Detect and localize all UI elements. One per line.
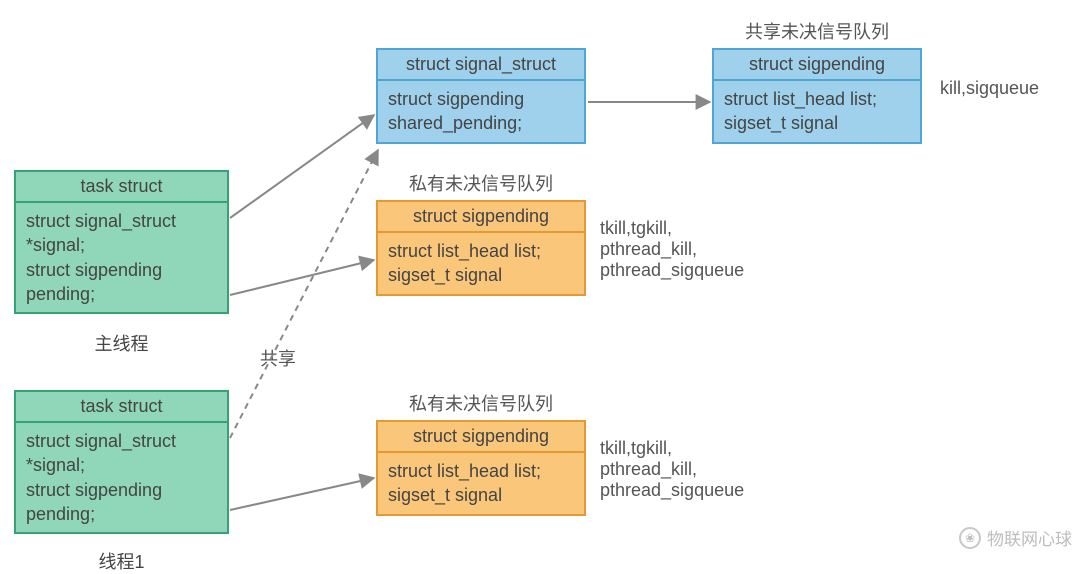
tkill-funcs-main: tkill,tgkill, pthread_kill, pthread_sigq…	[600, 218, 744, 281]
private-queue-title-t1: 私有未决信号队列	[376, 390, 586, 416]
wechat-icon: ❀	[959, 527, 981, 549]
task-struct-main-title: task struct	[16, 172, 227, 203]
task-struct-thread1: task struct struct signal_struct *signal…	[14, 390, 229, 534]
kill-funcs-label: kill,sigqueue	[940, 78, 1039, 99]
share-label: 共享	[260, 345, 296, 371]
watermark-text: 物联网心球	[987, 525, 1072, 550]
signal-struct-box: struct signal_struct struct sigpending s…	[376, 48, 586, 144]
private-sigpending-t1-body: struct list_head list; sigset_t signal	[378, 453, 584, 514]
arrow-thread1-pending-to-private	[230, 478, 374, 510]
caption-main-thread: 主线程	[14, 330, 229, 356]
shared-sigpending-body: struct list_head list; sigset_t signal	[714, 81, 920, 142]
watermark: ❀ 物联网心球	[959, 525, 1072, 550]
shared-sigpending-box: struct sigpending struct list_head list;…	[712, 48, 922, 144]
task-struct-main-body: struct signal_struct *signal; struct sig…	[16, 203, 227, 312]
arrow-main-pending-to-private	[230, 260, 374, 295]
signal-struct-title: struct signal_struct	[378, 50, 584, 81]
private-sigpending-t1: struct sigpending struct list_head list;…	[376, 420, 586, 516]
tkill-funcs-t1: tkill,tgkill, pthread_kill, pthread_sigq…	[600, 438, 744, 501]
task-struct-main: task struct struct signal_struct *signal…	[14, 170, 229, 314]
task-struct-thread1-title: task struct	[16, 392, 227, 423]
private-queue-title-main: 私有未决信号队列	[376, 170, 586, 196]
shared-sigpending-title: struct sigpending	[714, 50, 920, 81]
caption-thread1: 线程1	[14, 548, 229, 574]
task-struct-thread1-body: struct signal_struct *signal; struct sig…	[16, 423, 227, 532]
private-sigpending-main: struct sigpending struct list_head list;…	[376, 200, 586, 296]
signal-struct-body: struct sigpending shared_pending;	[378, 81, 584, 142]
private-sigpending-t1-title: struct sigpending	[378, 422, 584, 453]
shared-queue-title: 共享未决信号队列	[712, 18, 922, 44]
private-sigpending-main-body: struct list_head list; sigset_t signal	[378, 233, 584, 294]
private-sigpending-main-title: struct sigpending	[378, 202, 584, 233]
arrow-main-signal-to-signalstruct	[230, 115, 374, 218]
arrow-thread1-signal-to-signalstruct-dashed	[230, 150, 378, 438]
